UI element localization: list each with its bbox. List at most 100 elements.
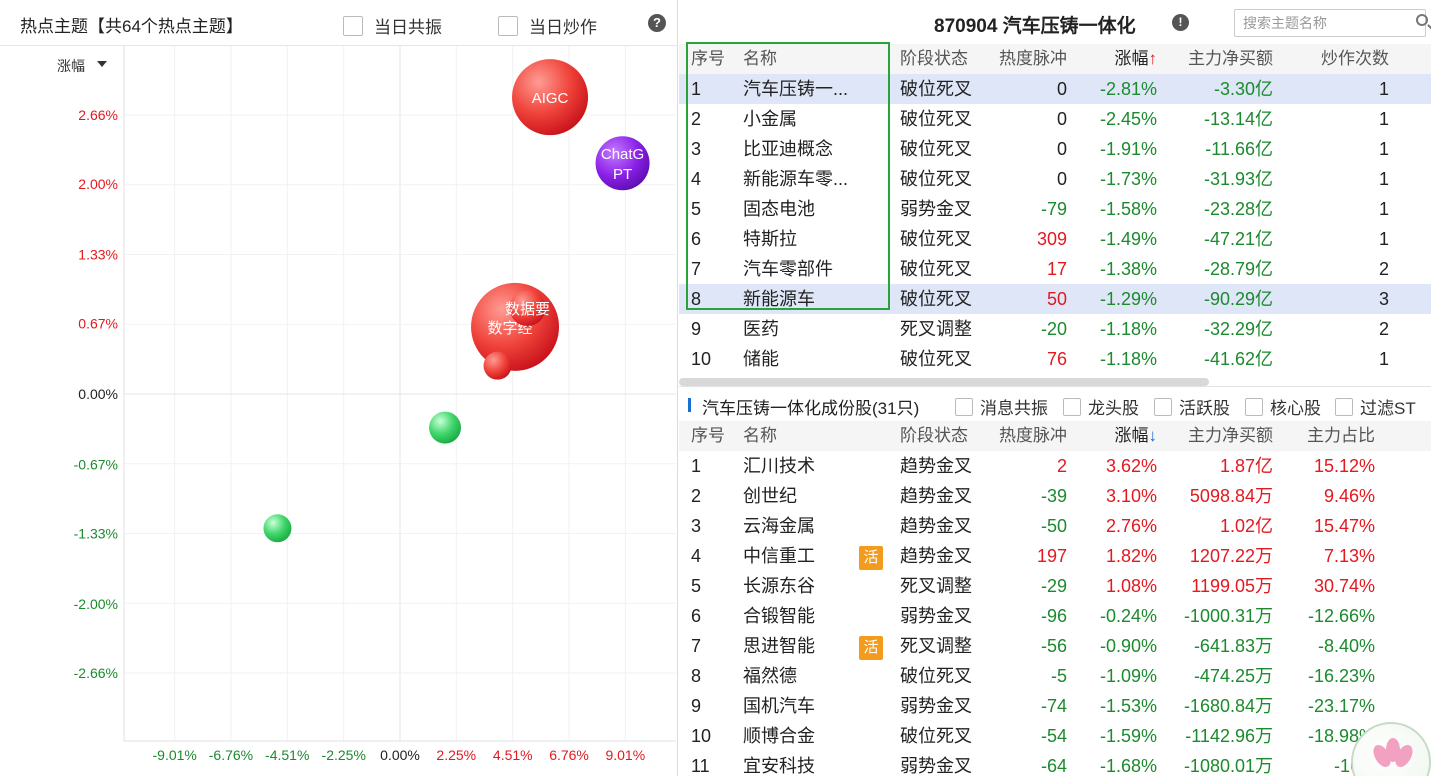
stock-table-row[interactable]: 10 顺博合金 破位死叉 -54 -1.59% -1142.96万 -18.98% bbox=[679, 721, 1431, 751]
theme-table-row[interactable]: 2 小金属 破位死叉 0 -2.45% -13.14亿 1 bbox=[679, 104, 1431, 134]
cell-name: 医药 bbox=[743, 319, 779, 339]
bubble-label: 数据要 bbox=[505, 301, 550, 318]
cell-change: 3.62% bbox=[1105, 456, 1157, 476]
header-stage[interactable]: 阶段状态 bbox=[900, 421, 990, 451]
stock-table-row[interactable]: 4 中信重工 趋势金叉 197 1.82% 1207.22万 7.13% 活 bbox=[679, 541, 1431, 571]
cell-name: 特斯拉 bbox=[743, 229, 797, 249]
search-icon[interactable] bbox=[1416, 14, 1428, 26]
cell-stage: 破位死叉 bbox=[900, 666, 972, 686]
cell-change: 2.76% bbox=[1105, 516, 1157, 536]
cell-change: -2.45% bbox=[1099, 109, 1157, 129]
theme-table-row[interactable]: 10 储能 破位死叉 76 -1.18% -41.62亿 1 bbox=[679, 344, 1431, 374]
header-net-buy[interactable]: 主力净买额 bbox=[1159, 44, 1273, 74]
cell-name: 创世纪 bbox=[743, 486, 797, 506]
cell-stage: 破位死叉 bbox=[900, 726, 972, 746]
cell-heat: 309 bbox=[1036, 229, 1067, 249]
bubble-red[interactable] bbox=[483, 351, 512, 380]
cell-main-ratio: 7.13% bbox=[1323, 546, 1375, 566]
cell-stage: 弱势金叉 bbox=[900, 199, 972, 219]
same-day-speculation-checkbox[interactable]: 当日炒作 bbox=[498, 13, 597, 38]
theme-table-row[interactable]: 4 新能源车零... 破位死叉 0 -1.73% -31.93亿 1 bbox=[679, 164, 1431, 194]
cell-count: 2 bbox=[1378, 259, 1389, 279]
header-change[interactable]: 涨幅↑ bbox=[1069, 44, 1158, 74]
checkbox-box[interactable] bbox=[343, 15, 363, 36]
cell-stage: 弱势金叉 bbox=[900, 696, 972, 716]
stock-table-row[interactable]: 9 国机汽车 弱势金叉 -74 -1.53% -1680.84万 -23.17% bbox=[679, 691, 1431, 721]
checkbox-box[interactable] bbox=[955, 397, 973, 416]
theme-table-row[interactable]: 3 比亚迪概念 破位死叉 0 -1.91% -11.66亿 1 bbox=[679, 134, 1431, 164]
checkbox-box[interactable] bbox=[1245, 397, 1263, 416]
cell-heat: -29 bbox=[1040, 576, 1067, 596]
stock-table-header: 序号 名称 阶段状态 热度脉冲 涨幅↓ 主力净买额 主力占比 bbox=[679, 421, 1431, 451]
hot-theme-title: 热点主题【共64个热点主题】 bbox=[20, 17, 243, 36]
header-name[interactable]: 名称 bbox=[743, 44, 893, 74]
cell-index: 4 bbox=[691, 546, 702, 566]
theme-table-row[interactable]: 5 固态电池 弱势金叉 -79 -1.58% -23.28亿 1 bbox=[679, 194, 1431, 224]
cell-heat: -64 bbox=[1040, 756, 1067, 776]
cell-change: -0.24% bbox=[1099, 606, 1157, 626]
cell-heat: -79 bbox=[1040, 199, 1067, 219]
cell-net-buy: -28.79亿 bbox=[1203, 259, 1273, 279]
header-heat[interactable]: 热度脉冲 bbox=[979, 421, 1067, 451]
filter-news-resonance[interactable]: 消息共振 bbox=[955, 394, 1048, 419]
filter-active-stock[interactable]: 活跃股 bbox=[1154, 394, 1230, 419]
header-net-buy[interactable]: 主力净买额 bbox=[1159, 421, 1273, 451]
theme-search-input[interactable] bbox=[1234, 9, 1426, 37]
cell-name: 小金属 bbox=[743, 109, 797, 129]
checkbox-label: 当日炒作 bbox=[529, 18, 597, 37]
cell-index: 3 bbox=[691, 139, 702, 159]
info-icon[interactable]: ! bbox=[1172, 14, 1189, 31]
stock-table-row[interactable]: 5 长源东谷 死叉调整 -29 1.08% 1199.05万 30.74% bbox=[679, 571, 1431, 601]
bubble-green[interactable] bbox=[429, 411, 462, 444]
theme-table-row[interactable]: 8 新能源车 破位死叉 50 -1.29% -90.29亿 3 bbox=[679, 284, 1431, 314]
help-icon[interactable]: ? bbox=[648, 14, 666, 32]
theme-table-row[interactable]: 7 汽车零部件 破位死叉 17 -1.38% -28.79亿 2 bbox=[679, 254, 1431, 284]
cell-heat: -54 bbox=[1040, 726, 1067, 746]
cell-index: 7 bbox=[691, 636, 702, 656]
header-heat[interactable]: 热度脉冲 bbox=[979, 44, 1067, 74]
filter-label: 过滤ST bbox=[1360, 399, 1416, 418]
cell-heat: -20 bbox=[1040, 319, 1067, 339]
theme-table-row[interactable]: 9 医药 死叉调整 -20 -1.18% -32.29亿 2 bbox=[679, 314, 1431, 344]
stock-table-row[interactable]: 2 创世纪 趋势金叉 -39 3.10% 5098.84万 9.46% bbox=[679, 481, 1431, 511]
checkbox-box[interactable] bbox=[1063, 397, 1081, 416]
header-name[interactable]: 名称 bbox=[743, 421, 893, 451]
cell-change: -0.90% bbox=[1099, 636, 1157, 656]
checkbox-box[interactable] bbox=[498, 15, 518, 36]
filter-exclude-st[interactable]: 过滤ST bbox=[1335, 394, 1416, 419]
bubble-green[interactable] bbox=[263, 514, 292, 543]
cell-heat: 0 bbox=[1056, 169, 1067, 189]
x-tick-label: -4.51% bbox=[265, 747, 309, 763]
cell-heat: -96 bbox=[1040, 606, 1067, 626]
stock-table-row[interactable]: 8 福然德 破位死叉 -5 -1.09% -474.25万 -16.23% bbox=[679, 661, 1431, 691]
stock-table-row[interactable]: 3 云海金属 趋势金叉 -50 2.76% 1.02亿 15.47% bbox=[679, 511, 1431, 541]
stock-table-row[interactable]: 6 合锻智能 弱势金叉 -96 -0.24% -1000.31万 -12.66% bbox=[679, 601, 1431, 631]
y-tick-label: -2.00% bbox=[74, 596, 118, 612]
stock-table-row[interactable]: 11宜安科技弱势金叉-64-1.68%-1080.01万-16.9 bbox=[679, 751, 1431, 776]
checkbox-box[interactable] bbox=[1335, 397, 1353, 416]
same-day-resonance-checkbox[interactable]: 当日共振 bbox=[343, 13, 442, 38]
header-stage[interactable]: 阶段状态 bbox=[900, 44, 990, 74]
checkbox-box[interactable] bbox=[1154, 397, 1172, 416]
cell-change: -1.68% bbox=[1099, 756, 1157, 776]
theme-table-row[interactable]: 1 汽车压铸一... 破位死叉 0 -2.81% -3.30亿 1 bbox=[679, 74, 1431, 104]
x-tick-label: -6.76% bbox=[209, 747, 253, 763]
header-index[interactable]: 序号 bbox=[691, 421, 731, 451]
horizontal-scrollbar[interactable] bbox=[679, 378, 1209, 386]
header-count[interactable]: 炒作次数 bbox=[1289, 44, 1389, 74]
header-change[interactable]: 涨幅↓ bbox=[1069, 421, 1158, 451]
cell-stage: 破位死叉 bbox=[900, 169, 972, 189]
header-main-ratio[interactable]: 主力占比 bbox=[1275, 421, 1375, 451]
filter-core-stock[interactable]: 核心股 bbox=[1245, 394, 1321, 419]
header-index[interactable]: 序号 bbox=[691, 44, 731, 74]
filter-leader-stock[interactable]: 龙头股 bbox=[1063, 394, 1139, 419]
cell-change: -2.81% bbox=[1099, 79, 1157, 99]
cell-index: 2 bbox=[691, 109, 702, 129]
stock-table-row[interactable]: 1 汇川技术 趋势金叉 2 3.62% 1.87亿 15.12% bbox=[679, 451, 1431, 481]
cell-stage: 弱势金叉 bbox=[900, 756, 972, 776]
cell-change: 3.10% bbox=[1105, 486, 1157, 506]
cell-stage: 破位死叉 bbox=[900, 289, 972, 309]
stock-table-row[interactable]: 7 思进智能 死叉调整 -56 -0.90% -641.83万 -8.40% 活 bbox=[679, 631, 1431, 661]
cell-change: -1.29% bbox=[1099, 289, 1157, 309]
theme-table-row[interactable]: 6 特斯拉 破位死叉 309 -1.49% -47.21亿 1 bbox=[679, 224, 1431, 254]
